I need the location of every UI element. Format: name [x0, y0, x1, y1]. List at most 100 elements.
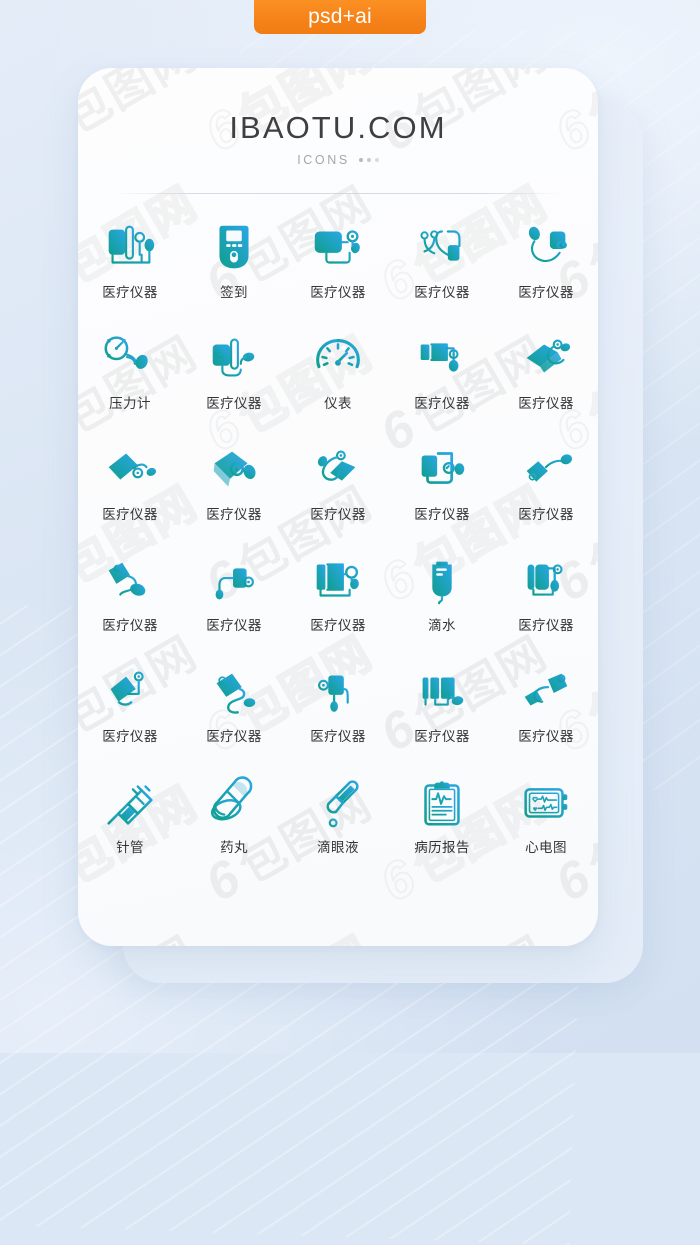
- icon-label: 医疗仪器: [518, 396, 574, 412]
- icon-cell[interactable]: 病历报告: [390, 771, 494, 882]
- icon-cell[interactable]: 医疗仪器: [78, 660, 182, 771]
- cuff-panel-dial-icon[interactable]: [411, 438, 473, 500]
- icon-cell[interactable]: 医疗仪器: [182, 438, 286, 549]
- icon-label: 心电图: [525, 840, 567, 856]
- icon-label: 医疗仪器: [310, 729, 366, 745]
- pills-capsule-icon[interactable]: [203, 771, 265, 833]
- watermark-text: 6包图网: [368, 918, 558, 946]
- stethoscope-cuff-icon[interactable]: [411, 216, 473, 278]
- icon-cell[interactable]: 压力计: [78, 327, 182, 438]
- icon-cell[interactable]: 医疗仪器: [182, 549, 286, 660]
- icon-cell[interactable]: 医疗仪器: [286, 438, 390, 549]
- watermark-text: 6包图网: [193, 918, 383, 946]
- iv-drip-bag-icon[interactable]: [411, 549, 473, 611]
- card-header: IBAOTU.COM ICONS: [78, 68, 598, 167]
- icon-cell[interactable]: 药丸: [182, 771, 286, 882]
- icon-label: 医疗仪器: [414, 507, 470, 523]
- cuff-dial-drip-icon[interactable]: [203, 549, 265, 611]
- icon-cell[interactable]: 医疗仪器: [390, 438, 494, 549]
- upright-cuff-bulb-icon[interactable]: [307, 660, 369, 722]
- icon-cell[interactable]: 医疗仪器: [494, 216, 598, 327]
- icon-label: 医疗仪器: [102, 507, 158, 523]
- icon-label: 仪表: [324, 396, 352, 412]
- icon-cell[interactable]: 医疗仪器: [78, 438, 182, 549]
- icon-cell[interactable]: 医疗仪器: [182, 327, 286, 438]
- icon-cell[interactable]: 针管: [78, 771, 182, 882]
- icon-label: 药丸: [220, 840, 248, 856]
- icon-cell[interactable]: 医疗仪器: [78, 216, 182, 327]
- icon-label: 滴眼液: [317, 840, 359, 856]
- medical-report-clipboard-icon[interactable]: [411, 771, 473, 833]
- icon-cell[interactable]: 医疗仪器: [494, 438, 598, 549]
- icon-cell[interactable]: 医疗仪器: [286, 549, 390, 660]
- small-cuff-bulb-icon[interactable]: [515, 438, 577, 500]
- bulb-cuff-curve-icon[interactable]: [515, 216, 577, 278]
- syringe-icon[interactable]: [99, 771, 161, 833]
- brand-title: IBAOTU.COM: [229, 110, 447, 145]
- double-cuff-bulb-icon[interactable]: [515, 660, 577, 722]
- icon-label: 医疗仪器: [310, 285, 366, 301]
- open-cuff-dial-icon[interactable]: [203, 438, 265, 500]
- icon-label: 医疗仪器: [518, 618, 574, 634]
- icon-label: 医疗仪器: [414, 729, 470, 745]
- icon-label: 医疗仪器: [310, 618, 366, 634]
- icon-cell[interactable]: 医疗仪器: [390, 216, 494, 327]
- cuff-long-tube-icon[interactable]: [203, 660, 265, 722]
- pressure-gauge-bulb-icon[interactable]: [99, 327, 161, 389]
- icon-cell[interactable]: 医疗仪器: [390, 327, 494, 438]
- icon-label: 压力计: [109, 396, 151, 412]
- icon-cell[interactable]: 医疗仪器: [494, 549, 598, 660]
- icon-label: 医疗仪器: [518, 507, 574, 523]
- icon-cell[interactable]: 医疗仪器: [78, 549, 182, 660]
- rolled-cuff-gauge-icon[interactable]: [515, 549, 577, 611]
- card-subtitle: ICONS: [78, 153, 598, 167]
- icon-cell[interactable]: 滴水: [390, 549, 494, 660]
- icon-label: 医疗仪器: [518, 729, 574, 745]
- cuff-tube-gauge-icon[interactable]: [411, 327, 473, 389]
- bp-monitor-cuff-bulb-icon[interactable]: [99, 216, 161, 278]
- icon-label: 医疗仪器: [414, 396, 470, 412]
- subtitle-dots-icon: [358, 158, 379, 162]
- tag-cuff-bulb-icon[interactable]: [99, 549, 161, 611]
- icon-label: 病历报告: [414, 840, 470, 856]
- cuff-dial-bulb-icon[interactable]: [203, 327, 265, 389]
- tilt-cuff-pin-icon[interactable]: [99, 660, 161, 722]
- icon-label: 医疗仪器: [102, 729, 158, 745]
- cuff-gauge-bulb-icon[interactable]: [307, 216, 369, 278]
- folded-cuff-gauge-icon[interactable]: [307, 549, 369, 611]
- subtitle-text: ICONS: [297, 153, 350, 167]
- icon-cell[interactable]: 医疗仪器: [494, 660, 598, 771]
- icon-cell[interactable]: 医疗仪器: [286, 216, 390, 327]
- glucose-meter-icon[interactable]: [203, 216, 265, 278]
- icon-label: 医疗仪器: [414, 285, 470, 301]
- icon-label: 医疗仪器: [206, 396, 262, 412]
- icon-cell[interactable]: 签到: [182, 216, 286, 327]
- format-badge-label: psd+ai: [308, 5, 372, 28]
- icon-cell[interactable]: 医疗仪器: [286, 660, 390, 771]
- icon-set-card: 6包图网6包图网6包图网6包图网6包图网6包图网6包图网6包图网6包图网6包图网…: [78, 68, 598, 946]
- speedometer-icon[interactable]: [307, 327, 369, 389]
- icon-label: 医疗仪器: [102, 285, 158, 301]
- diagonal-cuff-loop-icon[interactable]: [307, 438, 369, 500]
- icon-label: 医疗仪器: [206, 507, 262, 523]
- icon-label: 签到: [220, 285, 248, 301]
- watermark-text: 6包图网: [78, 918, 208, 946]
- icon-cell[interactable]: 滴眼液: [286, 771, 390, 882]
- icon-cell[interactable]: 医疗仪器: [182, 660, 286, 771]
- icon-cell[interactable]: 医疗仪器: [390, 660, 494, 771]
- slanted-cuff-bulb-icon[interactable]: [99, 438, 161, 500]
- format-badge: psd+ai: [254, 0, 426, 34]
- ecg-monitor-icon[interactable]: [515, 771, 577, 833]
- icon-cell[interactable]: 心电图: [494, 771, 598, 882]
- icon-label: 医疗仪器: [206, 729, 262, 745]
- icon-cell[interactable]: 仪表: [286, 327, 390, 438]
- icon-grid: 医疗仪器 签到 医疗仪器 医疗仪器 医疗仪器 压力计 医疗仪器 仪表 医疗仪器 医疗仪器 医疗仪器医…: [78, 216, 598, 882]
- header-divider: [114, 193, 562, 194]
- striped-cuff-bulb-icon[interactable]: [411, 660, 473, 722]
- tilted-cuff-gauge-icon[interactable]: [515, 327, 577, 389]
- icon-label: 滴水: [428, 618, 456, 634]
- icon-label: 针管: [116, 840, 144, 856]
- icon-label: 医疗仪器: [102, 618, 158, 634]
- eye-drops-icon[interactable]: [307, 771, 369, 833]
- icon-cell[interactable]: 医疗仪器: [494, 327, 598, 438]
